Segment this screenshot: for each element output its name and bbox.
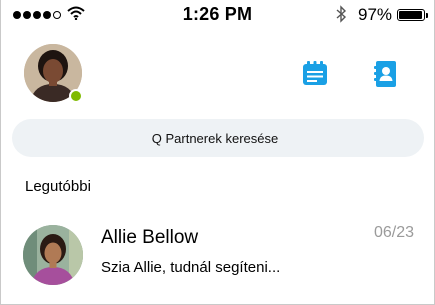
my-profile-button[interactable] xyxy=(24,44,84,104)
bluetooth-icon xyxy=(336,5,347,23)
contact-name: Allie Bellow xyxy=(101,227,199,248)
battery-icon xyxy=(397,9,428,21)
app-screen: 1:26 PM 97% Q Partnerek keresése Legutób… xyxy=(0,0,435,305)
contact-avatar xyxy=(23,225,83,285)
message-preview: Szia Allie, tudnál segíteni... xyxy=(101,259,281,276)
battery-fill xyxy=(399,11,423,19)
conversation-date: 06/23 xyxy=(373,224,414,241)
presence-indicator xyxy=(69,89,83,103)
battery-percent: 97% xyxy=(358,5,393,24)
search-placeholder: Q Partnerek keresése xyxy=(151,130,279,146)
schedule-icon[interactable] xyxy=(301,60,329,88)
conversation-item[interactable]: Allie Bellow 06/23 Szia Allie, tudnál se… xyxy=(1,210,434,300)
status-bar: 1:26 PM 97% xyxy=(1,0,434,30)
search-input[interactable]: Q Partnerek keresése xyxy=(12,119,424,157)
contacts-icon[interactable] xyxy=(371,60,399,88)
section-title-recent: Legutóbbi xyxy=(25,178,91,195)
